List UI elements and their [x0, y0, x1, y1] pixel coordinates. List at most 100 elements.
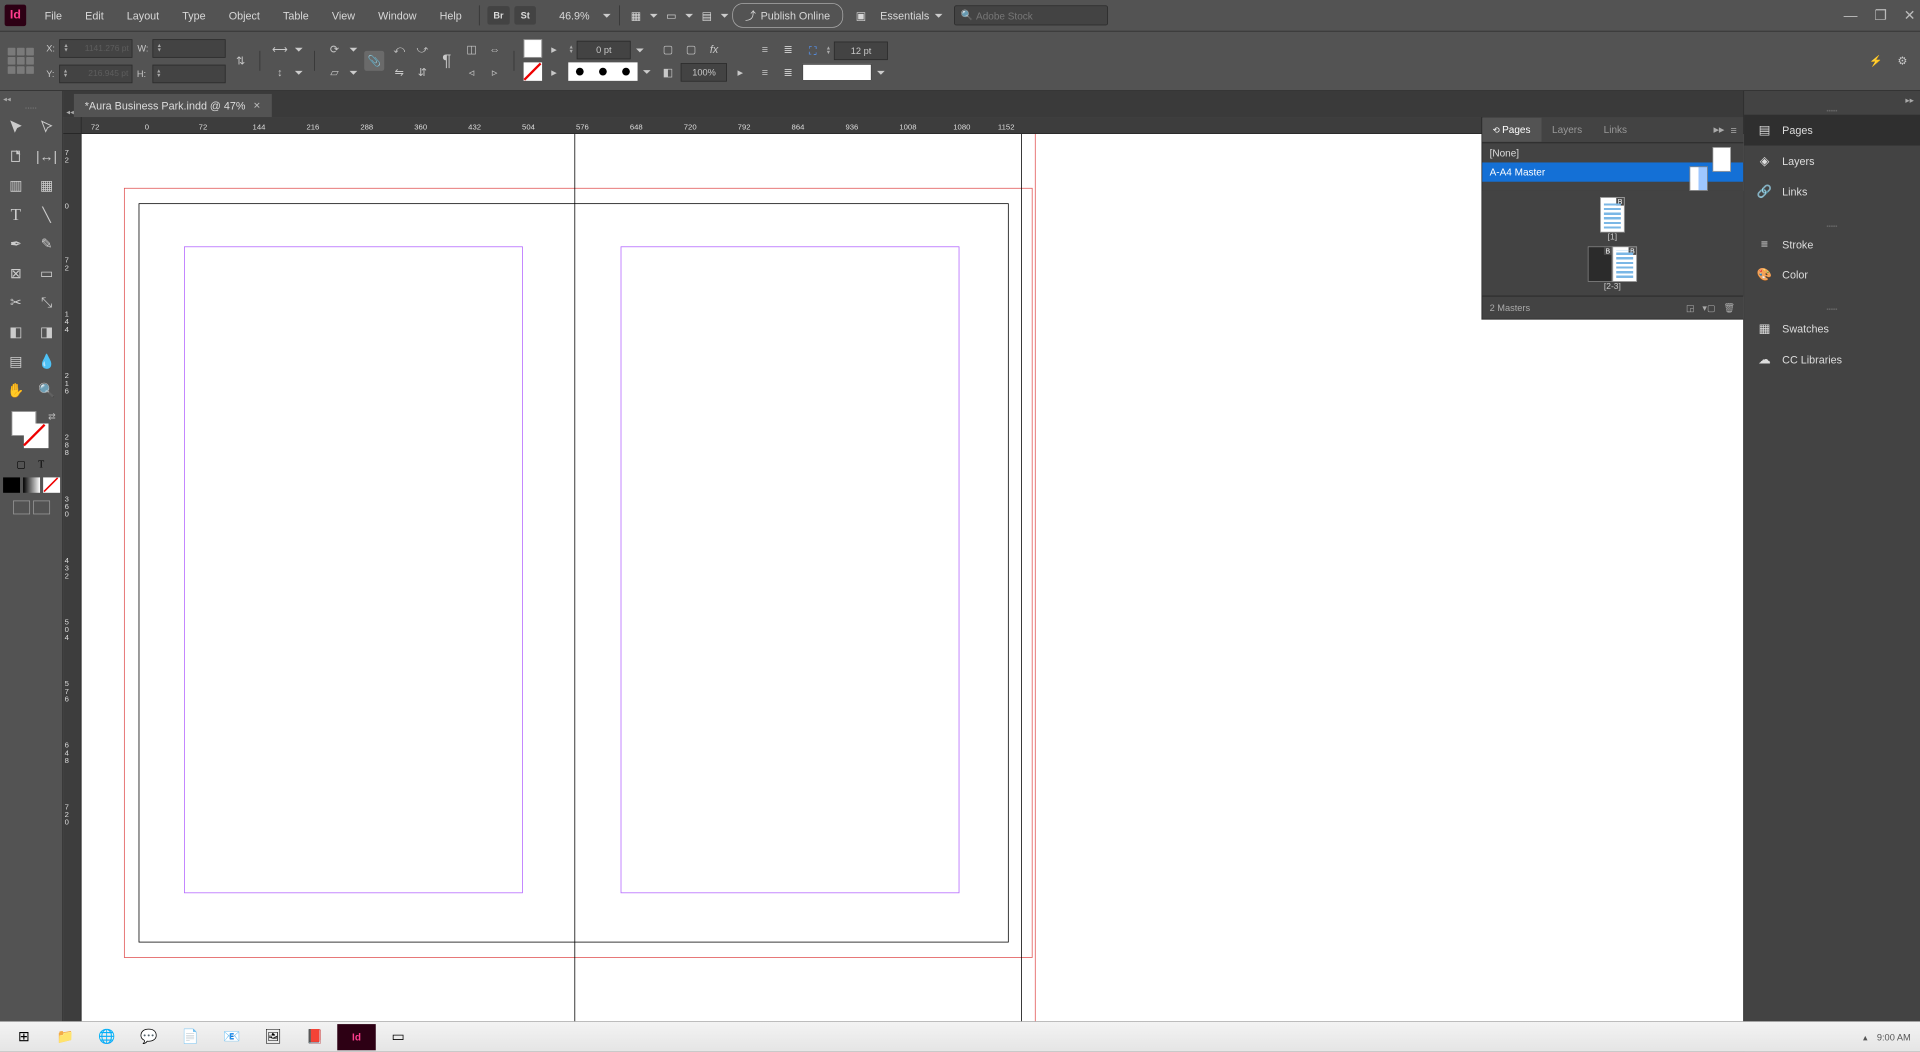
taskbar-time[interactable]: 9:00 AM	[1877, 1032, 1911, 1043]
content-placer-tool[interactable]: ▦	[33, 172, 61, 198]
pen-tool[interactable]: ✒	[2, 231, 30, 257]
taskbar-app-icon[interactable]: 🖼	[254, 1024, 293, 1050]
edit-page-size-icon[interactable]: ◲	[1686, 302, 1695, 313]
scale-x-icon[interactable]: ⟷	[270, 39, 290, 59]
start-button[interactable]: ⊞	[5, 1024, 44, 1050]
w-input[interactable]: ▲▼	[153, 39, 226, 57]
prev-object-icon[interactable]: ◃	[461, 62, 481, 82]
master-none[interactable]: [None]	[1482, 143, 1743, 162]
sidebar-item-color[interactable]: 🎨Color	[1744, 259, 1920, 290]
rectangle-frame-tool[interactable]: ⊠	[2, 260, 30, 286]
y-input[interactable]: ▲▼216.945 pt	[59, 64, 132, 82]
taskbar-app-icon[interactable]: 📧	[213, 1024, 252, 1050]
taskbar-indesign-icon[interactable]: Id	[337, 1024, 376, 1050]
corner-icon[interactable]: ▢	[681, 39, 701, 59]
rotate-icon[interactable]: ⟳	[324, 39, 344, 59]
fill-stroke-proxy[interactable]: ⇄	[11, 411, 51, 451]
chevron-down-icon[interactable]	[647, 9, 659, 21]
close-icon[interactable]: ✕	[1904, 7, 1916, 23]
view-options-icon[interactable]: ▦	[626, 5, 646, 25]
settings-icon[interactable]: ⚙	[1892, 51, 1912, 71]
chevron-down-icon[interactable]	[718, 9, 730, 21]
minimize-icon[interactable]: ―	[1844, 7, 1858, 23]
page-1-thumb[interactable]: B [1]	[1600, 197, 1625, 242]
gradient-feather-tool[interactable]: ◨	[33, 319, 61, 345]
stock-button[interactable]: St	[514, 6, 536, 24]
select-content-icon[interactable]: ⇔	[485, 39, 505, 59]
eyedropper-tool[interactable]: 💧	[33, 348, 61, 374]
pencil-tool[interactable]: ✎	[33, 231, 61, 257]
master-a4[interactable]: A-A4 Master	[1482, 162, 1743, 181]
h-input[interactable]: ▲▼	[152, 64, 225, 82]
apply-gradient-icon[interactable]	[23, 477, 40, 492]
ruler-corner[interactable]	[63, 117, 81, 134]
publish-online-button[interactable]: ⤴ Publish Online	[732, 3, 843, 28]
strip-gripper[interactable]: ▪▪▪▪▪	[1744, 107, 1920, 115]
tab-pages[interactable]: Pages	[1482, 118, 1541, 142]
menu-view[interactable]: View	[321, 5, 366, 27]
scale-y-icon[interactable]: ↕	[270, 62, 290, 82]
zoom-level[interactable]: 46.9%	[550, 6, 599, 24]
menu-edit[interactable]: Edit	[74, 5, 114, 27]
close-tab-icon[interactable]: ✕	[253, 100, 261, 111]
taskbar-tray-icon[interactable]: ▴	[1863, 1032, 1868, 1043]
workspace-switcher[interactable]: Essentials	[872, 5, 952, 25]
menu-type[interactable]: Type	[172, 5, 217, 27]
sidebar-item-cclib[interactable]: ☁CC Libraries	[1744, 344, 1920, 375]
content-collector-tool[interactable]: ▥	[2, 172, 30, 198]
sidebar-item-layers[interactable]: ◈Layers	[1744, 146, 1920, 177]
quick-apply-icon[interactable]: ⚡	[1866, 51, 1886, 71]
tab-layers[interactable]: Layers	[1541, 118, 1593, 142]
opacity-menu-icon[interactable]: ▸	[730, 62, 750, 82]
new-page-icon[interactable]: ▾▢	[1702, 302, 1715, 313]
sidebar-item-pages[interactable]: ▤Pages	[1744, 115, 1920, 146]
collapse-tabs-icon[interactable]: ◂◂	[63, 109, 74, 117]
frame-fit-icon[interactable]: ⛶	[803, 41, 823, 61]
panel-menu-icon[interactable]: ≡	[1730, 124, 1736, 136]
formatting-text-icon[interactable]: T	[33, 456, 50, 473]
spread-2-3-thumb[interactable]: B B [2-3]	[1588, 246, 1637, 291]
wrapping-icon[interactable]: ▢	[658, 39, 678, 59]
reference-point-grid[interactable]	[8, 48, 34, 74]
next-object-icon[interactable]: ▹	[485, 62, 505, 82]
selection-tool[interactable]	[2, 114, 30, 140]
vertical-ruler[interactable]: 72 0 72 144 216 288 360 432 504 576 648 …	[63, 134, 81, 1032]
gap-tool[interactable]: |↔|	[33, 143, 61, 169]
sidebar-item-stroke[interactable]: ≡Stroke	[1744, 230, 1920, 259]
chevron-down-icon[interactable]	[348, 43, 360, 55]
chevron-down-icon[interactable]	[683, 9, 695, 21]
align-left-icon[interactable]: ≡	[755, 39, 775, 59]
swap-fill-stroke-icon[interactable]: ⇄	[48, 411, 56, 422]
gradient-swatch-tool[interactable]: ◧	[2, 319, 30, 345]
constrain-icon[interactable]: ⇅	[230, 51, 250, 71]
menu-file[interactable]: File	[34, 5, 73, 27]
taskbar-app-icon[interactable]: 💬	[129, 1024, 168, 1050]
direct-selection-tool[interactable]	[33, 114, 61, 140]
chevron-down-icon[interactable]	[293, 43, 305, 55]
menu-window[interactable]: Window	[367, 5, 427, 27]
stroke-style-picker[interactable]	[569, 62, 638, 80]
sidebar-item-swatches[interactable]: ▦Swatches	[1744, 313, 1920, 344]
rectangle-tool[interactable]: ▭	[33, 260, 61, 286]
flip-h-icon[interactable]: ⇋	[389, 62, 409, 82]
menu-help[interactable]: Help	[429, 5, 473, 27]
expand-panels-icon[interactable]: ▸▸	[1899, 94, 1920, 107]
clip-icon[interactable]: 📎	[364, 51, 384, 71]
shear-icon[interactable]: ▱	[324, 62, 344, 82]
formatting-container-icon[interactable]: ▢	[13, 456, 30, 473]
chevron-down-icon[interactable]	[634, 44, 646, 56]
stroke-menu-icon[interactable]: ▸	[544, 62, 564, 82]
strip-gripper[interactable]: ▪▪▪▪▪	[1744, 306, 1920, 314]
panel-gripper[interactable]	[12, 106, 51, 111]
opacity-input[interactable]: 100%	[681, 63, 727, 81]
menu-layout[interactable]: Layout	[116, 5, 170, 27]
arrange-docs-icon[interactable]: ▤	[697, 5, 717, 25]
taskbar-ie-icon[interactable]: 🌐	[88, 1024, 127, 1050]
taskbar-app-icon[interactable]: 📕	[296, 1024, 335, 1050]
fx-icon[interactable]: fx	[704, 39, 724, 59]
preview-mode-icon[interactable]	[33, 501, 50, 515]
chevron-down-icon[interactable]	[348, 66, 360, 78]
menu-table[interactable]: Table	[272, 5, 319, 27]
gpu-preview-icon[interactable]: ▣	[851, 5, 871, 25]
free-transform-tool[interactable]: ⤡	[33, 290, 61, 316]
